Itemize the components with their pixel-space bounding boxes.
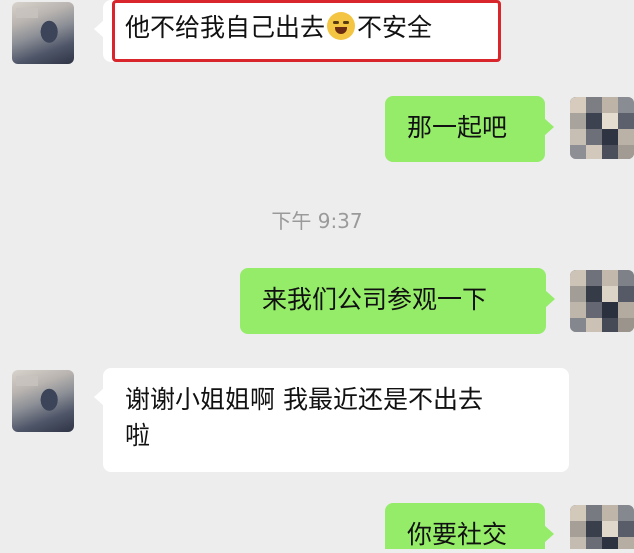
- message-text-line-1: 谢谢小姐姐啊 我最近还是不出去: [125, 385, 483, 414]
- message-timestamp: 下午 9:37: [271, 209, 363, 233]
- message-text: 你要社交: [407, 520, 508, 549]
- self-avatar[interactable]: [570, 270, 634, 332]
- message-bubble-sent[interactable]: 那一起吧: [385, 96, 554, 162]
- message-bubble-sent[interactable]: 你要社交: [385, 503, 554, 549]
- message-text-line-2: 啦: [125, 421, 151, 450]
- message-text: 来我们公司参观一下: [262, 285, 488, 314]
- contact-avatar[interactable]: [12, 370, 74, 432]
- red-highlight-box: [112, 0, 501, 62]
- self-avatar[interactable]: [570, 97, 634, 159]
- message-text: 那一起吧: [407, 113, 508, 142]
- contact-avatar[interactable]: [12, 2, 74, 64]
- self-avatar[interactable]: [570, 505, 634, 549]
- message-bubble-received[interactable]: 谢谢小姐姐啊 我最近还是不出去 啦: [94, 368, 569, 472]
- message-bubble-sent[interactable]: 来我们公司参观一下: [240, 268, 555, 334]
